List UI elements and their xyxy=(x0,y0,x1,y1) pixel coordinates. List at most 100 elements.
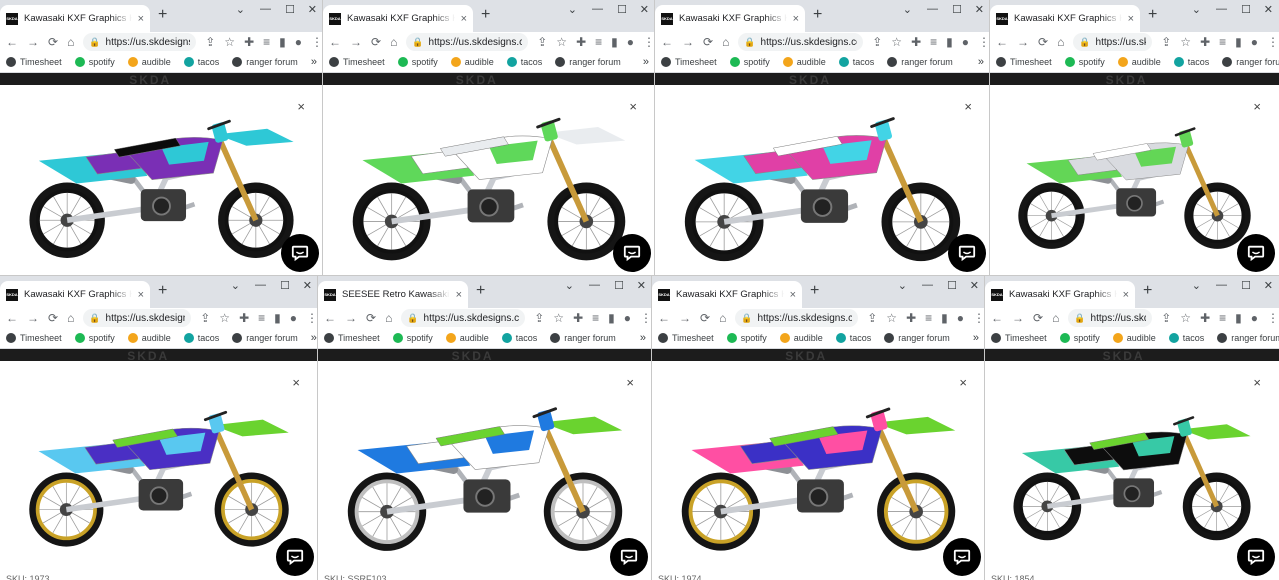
address-bar[interactable]: 🔒 https://us.skdesigns.com xyxy=(83,309,192,327)
lock-icon[interactable]: 🔒 xyxy=(89,37,100,48)
reload-icon[interactable]: ⟳ xyxy=(1033,311,1043,325)
address-bar[interactable]: 🔒 https://us.skdesigns.com xyxy=(735,309,859,327)
back-arrow-icon[interactable]: ← xyxy=(991,311,1003,325)
menu-icon[interactable]: ⋮ xyxy=(640,311,652,325)
bookmark-tacos[interactable]: tacos xyxy=(506,57,542,67)
bookmark-star-icon[interactable]: ☆ xyxy=(1180,311,1191,325)
forward-arrow-icon[interactable]: → xyxy=(27,311,39,325)
maximize-button[interactable]: ☐ xyxy=(280,279,290,292)
address-bar[interactable]: 🔒 https://us.skdesigns.com xyxy=(1068,309,1153,327)
url-text[interactable]: https://us.skdesigns.com xyxy=(761,37,858,48)
back-arrow-icon[interactable]: ← xyxy=(329,35,341,49)
share-icon[interactable]: ⇪ xyxy=(534,311,544,325)
share-icon[interactable]: ⇪ xyxy=(867,311,877,325)
active-tab[interactable]: SKDA Kawasaki KXF Graphics Kit - by SKDA… xyxy=(0,5,150,32)
side-panel-icon[interactable]: ▮ xyxy=(608,311,615,325)
bookmark-Timesheet[interactable]: Timesheet xyxy=(324,333,380,343)
reload-icon[interactable]: ⟳ xyxy=(366,311,376,325)
bookmark-spotify[interactable]: spotify xyxy=(392,333,433,343)
reading-list-icon[interactable]: ≡ xyxy=(258,311,265,325)
menu-icon[interactable]: ⋮ xyxy=(311,35,323,49)
minimize-button[interactable]: — xyxy=(255,279,266,291)
bookmark-Timesheet[interactable]: Timesheet xyxy=(6,57,62,67)
profile-icon[interactable]: ● xyxy=(290,311,297,325)
bookmarks-overflow-button[interactable]: » xyxy=(311,56,323,68)
back-arrow-icon[interactable]: ← xyxy=(996,35,1008,49)
side-panel-icon[interactable]: ▮ xyxy=(1235,311,1242,325)
profile-icon[interactable]: ● xyxy=(1251,311,1258,325)
bookmark-star-icon[interactable]: ☆ xyxy=(553,311,564,325)
modal-close-icon[interactable]: × xyxy=(626,375,634,390)
reading-list-icon[interactable]: ≡ xyxy=(930,35,937,49)
forward-arrow-icon[interactable]: → xyxy=(345,311,357,325)
bookmark-ranger-forum[interactable]: ranger forum xyxy=(555,57,621,67)
bookmark-tacos[interactable]: tacos xyxy=(1173,57,1209,67)
chevron-down-icon[interactable]: ⌄ xyxy=(898,279,907,292)
lock-icon[interactable]: 🔒 xyxy=(1079,37,1090,48)
active-tab[interactable]: SKDA Kawasaki KXF Graphics Kit - by SKDA… xyxy=(652,281,802,308)
reading-list-icon[interactable]: ≡ xyxy=(595,35,602,49)
new-tab-button[interactable]: + xyxy=(813,6,822,24)
chevron-down-icon[interactable]: ⌄ xyxy=(903,3,912,16)
modal-close-icon[interactable]: × xyxy=(292,375,300,390)
bookmark-ranger-forum[interactable]: ranger forum xyxy=(1217,333,1279,343)
bookmark-ranger-forum[interactable]: ranger forum xyxy=(232,57,298,67)
bookmark-star-icon[interactable]: ☆ xyxy=(1180,35,1191,49)
reading-list-icon[interactable]: ≡ xyxy=(263,35,270,49)
new-tab-button[interactable]: + xyxy=(810,282,819,300)
url-text[interactable]: https://us.skdesigns.com xyxy=(106,37,191,48)
bookmark-tacos[interactable]: tacos xyxy=(835,333,871,343)
share-icon[interactable]: ⇪ xyxy=(205,35,215,49)
profile-icon[interactable]: ● xyxy=(627,35,634,49)
close-window-button[interactable]: ✕ xyxy=(970,279,979,292)
share-icon[interactable]: ⇪ xyxy=(1161,311,1171,325)
back-arrow-icon[interactable]: ← xyxy=(324,311,336,325)
forward-arrow-icon[interactable]: → xyxy=(1017,35,1029,49)
profile-icon[interactable]: ● xyxy=(962,35,969,49)
bookmark-spotify[interactable]: spotify xyxy=(726,333,767,343)
home-icon[interactable]: ⌂ xyxy=(719,311,726,325)
bookmark-star-icon[interactable]: ☆ xyxy=(886,311,897,325)
chevron-down-icon[interactable]: ⌄ xyxy=(1192,279,1201,292)
minimize-button[interactable]: — xyxy=(1216,279,1227,291)
chevron-down-icon[interactable]: ⌄ xyxy=(231,279,240,292)
profile-icon[interactable]: ● xyxy=(957,311,964,325)
minimize-button[interactable]: — xyxy=(589,279,600,291)
maximize-button[interactable]: ☐ xyxy=(947,279,957,292)
chat-button[interactable] xyxy=(948,234,986,272)
modal-close-icon[interactable]: × xyxy=(297,99,305,114)
chat-button[interactable] xyxy=(943,538,981,576)
tab-close-icon[interactable]: × xyxy=(790,289,796,301)
bookmark-audible[interactable]: audible xyxy=(1117,57,1161,67)
profile-icon[interactable]: ● xyxy=(1251,35,1258,49)
bookmark-tacos[interactable]: tacos xyxy=(183,57,219,67)
maximize-button[interactable]: ☐ xyxy=(952,3,962,16)
bookmark-tacos[interactable]: tacos xyxy=(1168,333,1204,343)
bookmark-ranger-forum[interactable]: ranger forum xyxy=(887,57,953,67)
bookmark-star-icon[interactable]: ☆ xyxy=(224,35,235,49)
forward-arrow-icon[interactable]: → xyxy=(682,35,694,49)
side-panel-icon[interactable]: ▮ xyxy=(941,311,948,325)
chat-button[interactable] xyxy=(1237,538,1275,576)
address-bar[interactable]: 🔒 https://us.skdesigns.com xyxy=(401,309,526,327)
share-icon[interactable]: ⇪ xyxy=(1161,35,1171,49)
maximize-button[interactable]: ☐ xyxy=(617,3,627,16)
bookmark-spotify[interactable]: spotify xyxy=(74,57,115,67)
home-icon[interactable]: ⌂ xyxy=(1057,35,1064,49)
menu-icon[interactable]: ⋮ xyxy=(1267,311,1279,325)
extensions-icon[interactable]: ✚ xyxy=(573,311,583,325)
address-bar[interactable]: 🔒 https://us.skdesigns.com xyxy=(738,33,864,51)
bookmark-Timesheet[interactable]: Timesheet xyxy=(996,57,1052,67)
share-icon[interactable]: ⇪ xyxy=(200,311,210,325)
chat-button[interactable] xyxy=(613,234,651,272)
back-arrow-icon[interactable]: ← xyxy=(661,35,673,49)
reading-list-icon[interactable]: ≡ xyxy=(1219,311,1226,325)
forward-arrow-icon[interactable]: → xyxy=(679,311,691,325)
bookmark-tacos[interactable]: tacos xyxy=(838,57,874,67)
close-window-button[interactable]: ✕ xyxy=(308,3,317,16)
side-panel-icon[interactable]: ▮ xyxy=(279,35,286,49)
reload-icon[interactable]: ⟳ xyxy=(703,35,713,49)
url-text[interactable]: https://us.skdesigns.com xyxy=(1091,313,1147,324)
bookmark-spotify[interactable]: spotify xyxy=(729,57,770,67)
tab-close-icon[interactable]: × xyxy=(1123,289,1129,301)
